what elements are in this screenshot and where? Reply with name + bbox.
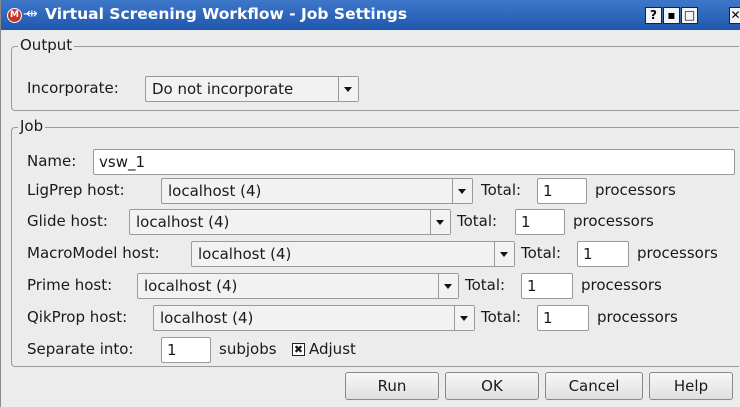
subjobs-input[interactable]: 1 [161, 337, 211, 363]
maximize-button[interactable]: □ [681, 7, 698, 24]
output-group: Output [11, 36, 739, 111]
separate-into-label: Separate into: [27, 340, 134, 358]
pin-icon[interactable]: -⇹ [23, 6, 38, 22]
qikprop-total-input[interactable]: 1 [537, 305, 589, 331]
cancel-button[interactable]: Cancel [545, 372, 643, 400]
job-group-label: Job [18, 117, 46, 135]
glide-host-value: localhost (4) [136, 213, 230, 231]
chevron-down-icon[interactable] [452, 179, 472, 203]
chevron-down-icon[interactable] [338, 77, 358, 101]
ligprep-host-value: localhost (4) [168, 182, 262, 200]
macromodel-total-input[interactable]: 1 [577, 241, 629, 267]
prime-total-input[interactable]: 1 [521, 273, 573, 299]
prime-host-select[interactable]: localhost (4) [137, 273, 459, 299]
qikprop-host-value: localhost (4) [160, 309, 254, 327]
title-bar[interactable]: M -⇹ Virtual Screening Workflow - Job Se… [1, 0, 740, 30]
app-icon[interactable]: M [7, 8, 22, 23]
output-group-label: Output [18, 36, 75, 54]
incorporate-value: Do not incorporate [152, 80, 294, 98]
minimize-button[interactable]: ▪ [663, 7, 680, 24]
window-title: Virtual Screening Workflow - Job Setting… [45, 5, 408, 23]
chevron-down-icon[interactable] [438, 274, 458, 298]
job-settings-window: M -⇹ Virtual Screening Workflow - Job Se… [0, 0, 740, 407]
prime-total-label: Total: [465, 276, 506, 294]
macromodel-host-select[interactable]: localhost (4) [191, 241, 515, 267]
glide-processors-label: processors [573, 212, 654, 230]
name-input[interactable]: vsw_1 [93, 149, 735, 175]
chevron-down-icon[interactable] [494, 242, 514, 266]
glide-total-input[interactable]: 1 [515, 209, 565, 235]
incorporate-label: Incorporate: [27, 79, 119, 97]
ok-button[interactable]: OK [445, 372, 539, 400]
qikprop-processors-label: processors [597, 308, 678, 326]
subjobs-label: subjobs [219, 340, 277, 358]
macromodel-host-value: localhost (4) [198, 245, 292, 263]
ligprep-host-label: LigPrep host: [27, 181, 125, 199]
name-label: Name: [27, 152, 77, 170]
qikprop-total-label: Total: [481, 308, 522, 326]
ligprep-total-label: Total: [481, 181, 522, 199]
close-button[interactable]: ✕ [729, 7, 740, 24]
glide-total-label: Total: [457, 212, 498, 230]
chevron-down-icon[interactable] [454, 306, 474, 330]
ligprep-total-input[interactable]: 1 [537, 178, 587, 204]
prime-host-label: Prime host: [27, 276, 113, 294]
incorporate-select[interactable]: Do not incorporate [145, 76, 359, 102]
qikprop-host-select[interactable]: localhost (4) [153, 305, 475, 331]
macromodel-processors-label: processors [637, 244, 718, 262]
adjust-label[interactable]: Adjust [309, 340, 356, 358]
glide-host-select[interactable]: localhost (4) [129, 209, 451, 235]
ligprep-host-select[interactable]: localhost (4) [161, 178, 473, 204]
qikprop-host-label: QikProp host: [27, 308, 128, 326]
adjust-checkbox[interactable]: ✖ [292, 343, 305, 356]
prime-processors-label: processors [581, 276, 662, 294]
macromodel-host-label: MacroModel host: [27, 244, 160, 262]
ligprep-processors-label: processors [595, 181, 676, 199]
help-button[interactable]: Help [649, 372, 733, 400]
macromodel-total-label: Total: [521, 244, 562, 262]
chevron-down-icon[interactable] [430, 210, 450, 234]
help-title-button[interactable]: ? [645, 7, 662, 24]
prime-host-value: localhost (4) [144, 277, 238, 295]
run-button[interactable]: Run [345, 372, 439, 400]
glide-host-label: Glide host: [27, 212, 108, 230]
